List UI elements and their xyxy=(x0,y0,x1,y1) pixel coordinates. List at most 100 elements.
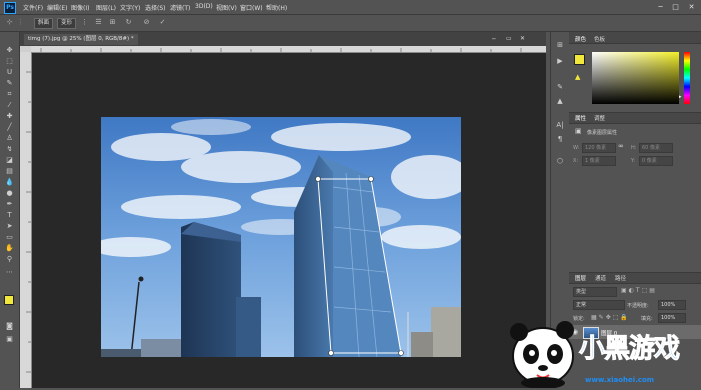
blend-mode-select[interactable]: 正常 xyxy=(573,300,625,310)
watermark-logo: 小黑游戏 www.xiaohei.com xyxy=(505,318,701,389)
tab-properties[interactable]: 属性 xyxy=(575,114,586,122)
move-icon[interactable]: ✥ xyxy=(4,46,15,55)
paragraph-icon[interactable]: ¶ xyxy=(554,134,566,144)
clone-stamp-icon[interactable]: ♙ xyxy=(4,134,15,143)
document-image[interactable] xyxy=(101,117,461,357)
pixel-layer-properties-label: 像素图层属性 xyxy=(587,130,618,136)
foreground-color-swatch[interactable] xyxy=(4,295,14,305)
type-icon[interactable]: T xyxy=(4,211,15,220)
history-icon[interactable]: ⊞ xyxy=(554,40,566,50)
commit-icon[interactable]: ✓ xyxy=(158,18,167,27)
layers-panel-header xyxy=(569,272,701,284)
h-label: H: xyxy=(631,145,637,151)
color-field[interactable] xyxy=(592,52,679,104)
opacity-label: 不透明度: xyxy=(627,303,649,309)
more-tools-icon[interactable]: ⋯ xyxy=(4,268,15,277)
document-tab[interactable]: timg (7).jpg @ 25% (图层 0, RGB/8#) * xyxy=(24,34,138,45)
history-brush-icon[interactable]: ↯ xyxy=(4,145,15,154)
height-field[interactable]: 60 像素 xyxy=(639,143,673,153)
width-field[interactable]: 120 像素 xyxy=(582,143,616,153)
tab-channels[interactable]: 通道 xyxy=(595,274,606,282)
cancel-icon[interactable]: ⊘ xyxy=(142,18,151,27)
color-foreground-swatch[interactable] xyxy=(574,54,585,65)
kind-label: 类型 xyxy=(576,289,587,295)
tab-layers[interactable]: 图层 xyxy=(575,274,586,282)
options-bar: ⊹ ⋮ 斜面 变形 ⋮ ☰ ⊞ ↻ ⊘ ✓ xyxy=(0,15,701,32)
hue-slider-handle-icon[interactable]: ▸ xyxy=(679,94,682,100)
quick-mask-icon[interactable]: ◙ xyxy=(4,322,15,331)
doc-restore-icon[interactable]: ▭ xyxy=(506,35,512,42)
menu-window[interactable]: 窗口(W) xyxy=(240,3,263,12)
menu-select[interactable]: 选择(S) xyxy=(145,3,166,12)
menu-edit[interactable]: 编辑(E) xyxy=(47,3,67,12)
layer-filter-kind[interactable]: 类型 xyxy=(573,287,617,297)
watermark-title: 小黑游戏 xyxy=(578,334,680,365)
crop-icon[interactable]: ⌗ xyxy=(4,90,15,99)
transform-bounding-box[interactable] xyxy=(101,117,461,357)
warp-mode-button[interactable]: 斜面 xyxy=(34,18,54,29)
minimize-icon[interactable]: ─ xyxy=(655,2,666,12)
properties-panel-header xyxy=(569,112,701,124)
menu-filter[interactable]: 滤镜(T) xyxy=(170,3,190,12)
menu-layer[interactable]: 图层(L) xyxy=(96,3,116,12)
pen-icon[interactable]: ✒ xyxy=(4,200,15,209)
opacity-field[interactable]: 100% xyxy=(658,300,686,310)
menu-bar: Ps 文件(F) 编辑(E) 图像(I) 图层(L) 文字(Y) 选择(S) 滤… xyxy=(0,0,701,15)
split-grid-icon[interactable]: ⊞ xyxy=(108,18,117,27)
tab-color[interactable]: 颜色 xyxy=(575,35,586,43)
maximize-icon[interactable]: □ xyxy=(670,2,681,12)
shape-icon[interactable]: ▭ xyxy=(4,233,15,242)
w-label: W: xyxy=(573,145,580,151)
pixel-layer-icon: ▣ xyxy=(575,127,582,135)
link-dimensions-icon[interactable]: ∞ xyxy=(618,142,624,150)
menu-image[interactable]: 图像(I) xyxy=(71,3,89,12)
grid-icon[interactable]: ⋮ xyxy=(80,18,89,27)
clone-source-icon[interactable]: ▲ xyxy=(554,96,566,106)
split-horizontal-icon[interactable]: ☰ xyxy=(94,18,103,27)
menu-3d[interactable]: 3D(D) xyxy=(195,3,213,10)
tools-panel: ✥ ⬚ ᑌ ✎ ⌗ ⁄ ✚ ╱ ♙ ↯ ◪ ▤ 💧 ● ✒ T ➤ ▭ ✋ ⚲ … xyxy=(0,32,20,388)
ruler-vertical xyxy=(20,52,32,388)
marquee-icon[interactable]: ⬚ xyxy=(4,57,15,66)
rotate-icon[interactable]: ↻ xyxy=(124,18,133,27)
gamut-warning-icon: ▲ xyxy=(575,73,581,81)
quick-select-icon[interactable]: ✎ xyxy=(4,79,15,88)
hand-icon[interactable]: ✋ xyxy=(4,244,15,253)
menu-file[interactable]: 文件(F) xyxy=(23,3,43,12)
app-logo: Ps xyxy=(4,2,16,14)
eyedropper-icon[interactable]: ⁄ xyxy=(4,101,15,110)
y-field[interactable]: 0 像素 xyxy=(639,156,673,166)
watermark-url: www.xiaohei.com xyxy=(585,376,655,384)
healing-brush-icon[interactable]: ✚ xyxy=(4,112,15,121)
menu-view[interactable]: 视图(V) xyxy=(216,3,237,12)
actions-icon[interactable]: ▶ xyxy=(554,56,566,66)
menu-type[interactable]: 文字(Y) xyxy=(120,3,140,12)
zoom-icon[interactable]: ⚲ xyxy=(4,255,15,264)
y-label: Y: xyxy=(631,158,636,164)
close-icon[interactable]: ✕ xyxy=(686,2,697,12)
lasso-icon[interactable]: ᑌ xyxy=(4,68,15,77)
menu-help[interactable]: 帮助(H) xyxy=(266,3,287,12)
options-separator-icon: ⋮ xyxy=(17,18,24,26)
3d-icon[interactable]: ⬡ xyxy=(554,156,566,166)
tab-paths[interactable]: 路径 xyxy=(615,274,626,282)
blur-icon[interactable]: 💧 xyxy=(4,178,15,187)
gradient-icon[interactable]: ▤ xyxy=(4,167,15,176)
move-tool-icon[interactable]: ⊹ xyxy=(5,18,14,27)
layer-filter-icons[interactable]: ▣◐T⬚▤ xyxy=(621,287,657,294)
screen-mode-icon[interactable]: ▣ xyxy=(4,335,15,344)
hue-slider[interactable] xyxy=(684,52,690,104)
ruler-horizontal xyxy=(31,46,546,53)
character-icon[interactable]: A| xyxy=(554,120,566,130)
doc-minimize-icon[interactable]: ─ xyxy=(492,36,496,43)
brushes-icon[interactable]: ✎ xyxy=(554,82,566,92)
x-field[interactable]: 1 像素 xyxy=(582,156,616,166)
doc-close-icon[interactable]: ✕ xyxy=(520,35,525,42)
dodge-icon[interactable]: ● xyxy=(4,189,15,198)
path-select-icon[interactable]: ➤ xyxy=(4,222,15,231)
eraser-icon[interactable]: ◪ xyxy=(4,156,15,165)
transform-mode-button[interactable]: 变形 xyxy=(57,18,77,29)
tab-adjustments[interactable]: 调整 xyxy=(594,114,605,122)
brush-icon[interactable]: ╱ xyxy=(4,123,15,132)
tab-swatches[interactable]: 色板 xyxy=(594,35,605,43)
